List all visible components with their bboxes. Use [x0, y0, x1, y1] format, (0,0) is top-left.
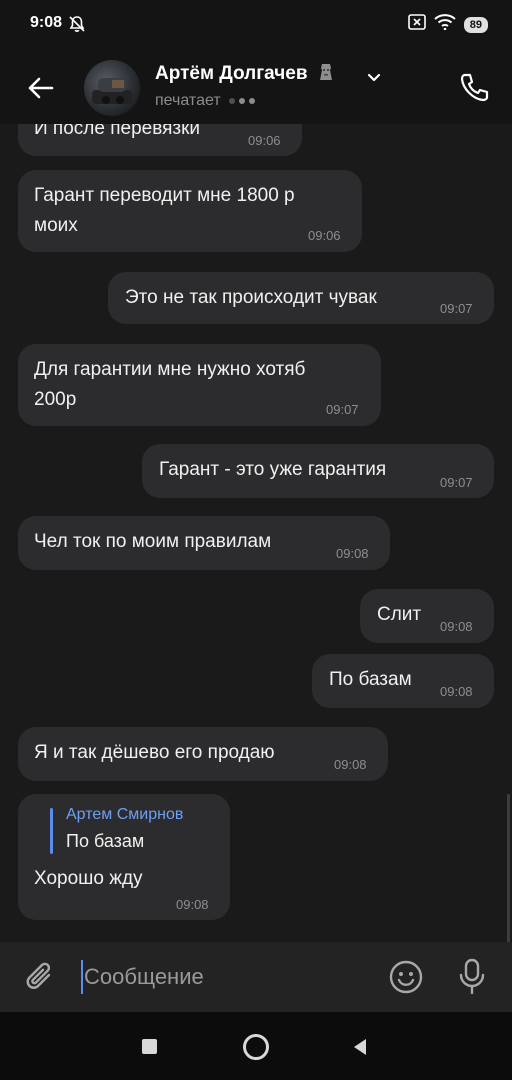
message-text: Слит: [377, 604, 422, 625]
moai-emoji-icon: [319, 64, 332, 80]
system-back-button[interactable]: [351, 1038, 369, 1061]
reply-bar: [50, 808, 53, 854]
system-nav-bar: [0, 1012, 512, 1080]
message-bubble[interactable]: Гарант переводит мне 1800 р моих 09:06: [18, 170, 362, 252]
call-button[interactable]: [454, 68, 494, 108]
scrollbar[interactable]: [507, 794, 510, 942]
back-arrow-icon: [28, 77, 54, 99]
message-time: 09:08: [176, 897, 209, 912]
silent-bell-icon: [68, 15, 86, 38]
sim-icon: [407, 14, 426, 35]
message-text: Я и так дёшево его продаю: [34, 742, 275, 763]
message-time: 09:08: [440, 619, 473, 634]
message-bubble-outgoing[interactable]: Это не так происходит чувак 09:07: [108, 272, 494, 324]
home-button[interactable]: [243, 1034, 269, 1060]
message-time: 09:07: [326, 402, 359, 417]
triangle-back-icon: [354, 1039, 366, 1055]
wifi-icon: [434, 14, 456, 35]
message-bubble[interactable]: Я и так дёшево его продаю 09:08: [18, 727, 388, 781]
message-input[interactable]: [84, 960, 374, 994]
message-list[interactable]: И после перевязки 09:06 Гарант переводит…: [0, 124, 512, 942]
message-text: Для гарантии мне нужно хотяб 200р: [34, 359, 306, 410]
message-text: Гарант переводит мне 1800 р моих: [34, 185, 295, 236]
message-text: Чел ток по моим правилам: [34, 531, 272, 552]
message-time: 09:08: [440, 684, 473, 699]
attach-button[interactable]: [22, 958, 58, 1003]
text-cursor: [81, 960, 83, 994]
message-time: 09:08: [334, 757, 367, 772]
voice-record-button[interactable]: [456, 957, 488, 1002]
message-bubble[interactable]: И после перевязки 09:06: [18, 124, 302, 156]
message-time: 09:06: [308, 228, 341, 243]
message-composer: [0, 942, 512, 1012]
message-time: 09:06: [248, 133, 281, 148]
smile-icon: [389, 960, 423, 994]
status-time: 9:08: [30, 14, 63, 31]
attach-icon: [26, 962, 51, 989]
battery-indicator: 89: [463, 16, 488, 33]
reply-message-bubble[interactable]: Артем Смирнов По базам Хорошо жду 09:08: [18, 794, 230, 920]
message-text: Гарант - это уже гарантия: [159, 459, 387, 480]
message-time: 09:07: [440, 475, 473, 490]
typing-dots: [228, 97, 255, 104]
emoji-button[interactable]: [388, 959, 424, 1000]
status-bar: 9:08 89: [0, 0, 512, 52]
reply-author[interactable]: Артем Смирнов: [66, 806, 183, 824]
message-bubble-outgoing[interactable]: Гарант - это уже гарантия 09:07: [142, 444, 494, 498]
chat-header: Артём Долгачев печатает: [0, 52, 512, 124]
message-time: 09:08: [336, 546, 369, 561]
message-time: 09:07: [440, 301, 473, 316]
message-text: И после перевязки: [34, 124, 201, 139]
back-button[interactable]: [22, 68, 62, 108]
reply-quote-text: По базам: [66, 831, 145, 851]
message-text: Хорошо жду: [34, 868, 143, 889]
phone-icon: [460, 73, 489, 102]
message-bubble[interactable]: Чел ток по моим правилам 09:08: [18, 516, 390, 570]
message-bubble-outgoing[interactable]: По базам 09:08: [312, 654, 494, 708]
message-text: По базам: [329, 669, 412, 690]
avatar[interactable]: [84, 60, 140, 116]
typing-status: печатает: [155, 92, 255, 110]
message-bubble[interactable]: Для гарантии мне нужно хотяб 200р 09:07: [18, 344, 381, 426]
contact-name[interactable]: Артём Долгачев: [155, 62, 335, 85]
message-text: Это не так происходит чувак: [125, 287, 377, 308]
mic-icon: [459, 958, 485, 995]
recents-button[interactable]: [142, 1039, 157, 1054]
chevron-down-icon[interactable]: [365, 68, 383, 91]
message-bubble-outgoing[interactable]: Слит 09:08: [360, 589, 494, 643]
